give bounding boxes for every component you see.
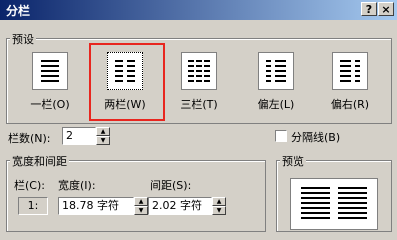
columns-count-input[interactable]: 2: [62, 127, 96, 145]
column-width-input[interactable]: 18.78 字符: [58, 197, 134, 215]
preset-one-column-label: 一栏(O): [30, 98, 70, 111]
column-number: 1:: [18, 197, 48, 215]
preset-two-columns[interactable]: 两栏(W): [95, 52, 155, 112]
columns-count-spinner[interactable]: ▲ ▼: [96, 127, 110, 145]
column-header: 栏(C):: [14, 179, 45, 192]
preset-three-columns[interactable]: 三栏(T): [169, 52, 229, 112]
column-spacing-input[interactable]: 2.02 字符: [148, 197, 212, 215]
one-column-icon: [32, 52, 68, 90]
help-button[interactable]: ?: [361, 2, 377, 16]
column-width-spinner[interactable]: ▲ ▼: [134, 197, 148, 215]
width-header: 宽度(I):: [58, 179, 96, 192]
separator-label: 分隔线(B): [291, 131, 341, 144]
spin-down-icon[interactable]: ▼: [134, 206, 148, 215]
column-spacing-spinner[interactable]: ▲ ▼: [212, 197, 226, 215]
spin-up-icon[interactable]: ▲: [134, 197, 148, 206]
preview-columns-icon: [301, 187, 367, 219]
presets-group-label: 预设: [10, 31, 36, 47]
preset-right[interactable]: 偏右(R): [320, 52, 380, 112]
spin-up-icon[interactable]: ▲: [212, 197, 226, 206]
preset-one-column[interactable]: 一栏(O): [20, 52, 80, 112]
left-columns-icon: [258, 52, 294, 90]
preset-left[interactable]: 偏左(L): [246, 52, 306, 112]
preview-page: [290, 178, 378, 230]
right-columns-icon: [332, 52, 368, 90]
preset-left-label: 偏左(L): [257, 98, 295, 111]
preset-right-label: 偏右(R): [330, 98, 370, 111]
preset-two-columns-label: 两栏(W): [104, 98, 146, 111]
three-columns-icon: [181, 52, 217, 90]
spin-down-icon[interactable]: ▼: [212, 206, 226, 215]
spin-down-icon[interactable]: ▼: [96, 136, 110, 145]
width-spacing-group: [6, 160, 266, 232]
separator-checkbox[interactable]: [275, 130, 287, 142]
dialog-title: 分栏: [6, 4, 31, 18]
width-spacing-group-label: 宽度和间距: [10, 153, 69, 169]
spin-up-icon[interactable]: ▲: [96, 127, 110, 136]
two-columns-icon: [107, 52, 143, 90]
preset-three-columns-label: 三栏(T): [180, 98, 218, 111]
columns-count-label: 栏数(N):: [8, 132, 51, 145]
spacing-header: 间距(S):: [150, 179, 192, 192]
preview-group-label: 预览: [280, 153, 306, 169]
close-button[interactable]: ×: [378, 2, 394, 16]
title-bar: 分栏 ? ×: [0, 0, 397, 20]
